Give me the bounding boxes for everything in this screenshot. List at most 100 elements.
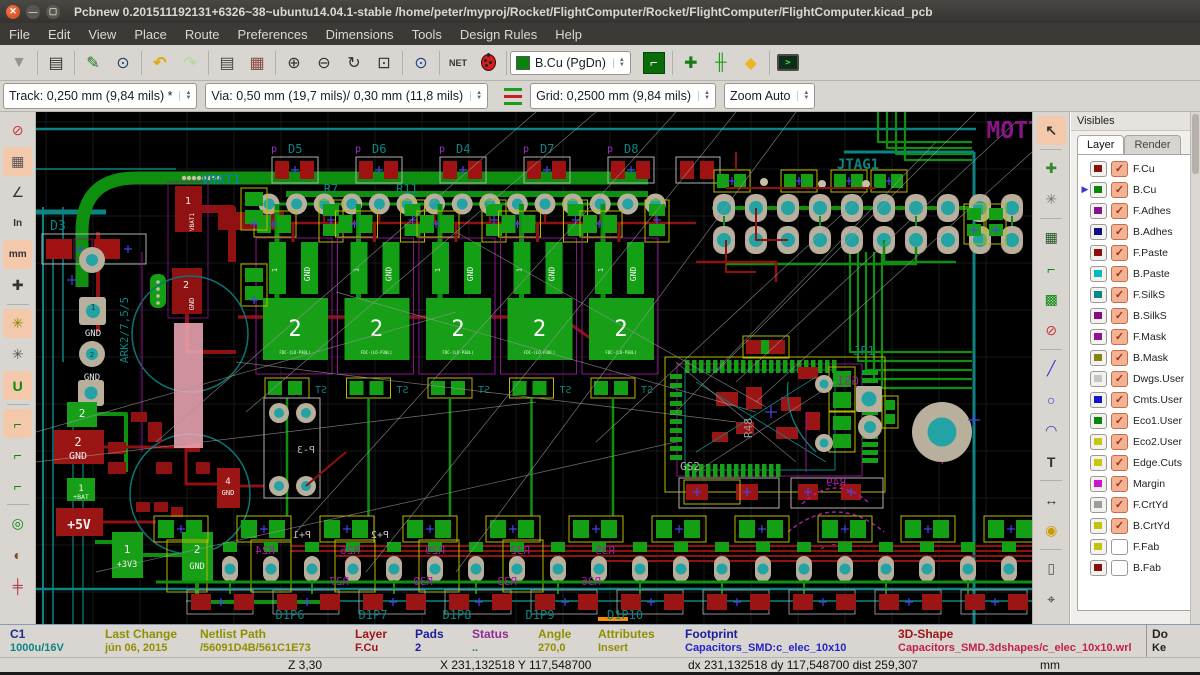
footprint-browser-button[interactable]: ⊙: [108, 48, 138, 78]
layer-row-b-crtyd[interactable]: ✓B.CrtYd: [1078, 515, 1193, 536]
select-tool-button[interactable]: ↖: [1037, 116, 1066, 145]
add-footprint-button[interactable]: ▦: [1037, 223, 1066, 252]
add-track-button[interactable]: ⌐: [1037, 254, 1066, 283]
layer-visibility-checkbox[interactable]: [1111, 539, 1128, 555]
units-mm-button[interactable]: mm: [3, 240, 32, 269]
layer-row-eco2-user[interactable]: ✓Eco2.User: [1078, 431, 1193, 452]
layer-color-swatch[interactable]: [1090, 518, 1107, 534]
layer-visibility-checkbox[interactable]: ✓: [1111, 182, 1128, 198]
track-display-button[interactable]: ⌐: [639, 48, 669, 78]
menu-view[interactable]: View: [79, 25, 125, 44]
layer-row-f-mask[interactable]: ✓F.Mask: [1078, 326, 1193, 347]
tab-layer[interactable]: Layer: [1077, 135, 1125, 154]
layer-row-f-silks[interactable]: ✓F.SilkS: [1078, 284, 1193, 305]
layer-color-swatch[interactable]: [1090, 560, 1107, 576]
grid-visibility-button[interactable]: ▦: [3, 147, 32, 176]
minimize-icon[interactable]: —: [26, 5, 40, 19]
layer-color-swatch[interactable]: [1090, 476, 1107, 492]
pads-sketch-mode-button[interactable]: ⌐: [3, 471, 32, 500]
layer-visibility-checkbox[interactable]: ✓: [1111, 518, 1128, 534]
layer-row-b-paste[interactable]: ✓B.Paste: [1078, 263, 1193, 284]
layer-visibility-checkbox[interactable]: [1111, 560, 1128, 576]
layer-row-dwgs-user[interactable]: ✓Dwgs.User: [1078, 368, 1193, 389]
layer-visibility-checkbox[interactable]: ✓: [1111, 224, 1128, 240]
page-settings-button[interactable]: ▤: [41, 48, 71, 78]
layer-visibility-checkbox[interactable]: ✓: [1111, 287, 1128, 303]
layer-color-swatch[interactable]: [1090, 161, 1107, 177]
tracks-outline-mode-button[interactable]: ⌐: [3, 440, 32, 469]
add-zone-button[interactable]: ▩: [1037, 285, 1066, 314]
module-ratsnest-button[interactable]: ✳: [3, 340, 32, 369]
drc-button[interactable]: [473, 48, 503, 78]
layer-color-swatch[interactable]: [1090, 287, 1107, 303]
grid-select[interactable]: Grid: 0,2500 mm (9,84 mils) ▲▼: [530, 83, 716, 109]
zoom-out-button[interactable]: ⊖: [309, 48, 339, 78]
menu-route[interactable]: Route: [176, 25, 229, 44]
vias-sketch-mode-button[interactable]: ◎: [3, 509, 32, 538]
layer-visibility-checkbox[interactable]: ✓: [1111, 308, 1128, 324]
layer-visibility-checkbox[interactable]: ✓: [1111, 476, 1128, 492]
menu-dimensions[interactable]: Dimensions: [317, 25, 403, 44]
layer-row-f-adhes[interactable]: ✓F.Adhes: [1078, 200, 1193, 221]
layer-visibility-checkbox[interactable]: ✓: [1111, 413, 1128, 429]
add-line-button[interactable]: ╱: [1037, 354, 1066, 383]
layer-visibility-checkbox[interactable]: ✓: [1111, 245, 1128, 261]
units-inch-button[interactable]: In: [3, 209, 32, 238]
layer-color-swatch[interactable]: [1090, 434, 1107, 450]
layer-color-swatch[interactable]: [1090, 224, 1107, 240]
spinner-icon[interactable]: ▲▼: [613, 58, 625, 68]
layer-color-swatch[interactable]: [1090, 392, 1107, 408]
layer-visibility-checkbox[interactable]: ✓: [1111, 371, 1128, 387]
polar-coords-button[interactable]: ∠: [3, 178, 32, 207]
menu-edit[interactable]: Edit: [39, 25, 79, 44]
panel-scrollbar[interactable]: [1190, 112, 1200, 624]
menu-place[interactable]: Place: [125, 25, 176, 44]
layer-row-b-cu[interactable]: ▶✓B.Cu: [1078, 179, 1193, 200]
layer-color-swatch[interactable]: [1090, 308, 1107, 324]
layer-color-swatch[interactable]: [1090, 245, 1107, 261]
tracks-sketch-mode-button[interactable]: ⌐: [3, 409, 32, 438]
layer-row-f-paste[interactable]: ✓F.Paste: [1078, 242, 1193, 263]
tab-render[interactable]: Render: [1124, 135, 1180, 154]
layer-color-swatch[interactable]: [1090, 329, 1107, 345]
close-icon[interactable]: ✕: [6, 5, 20, 19]
redo-button[interactable]: ↷: [175, 48, 205, 78]
menu-tools[interactable]: Tools: [403, 25, 451, 44]
layer-row-b-fab[interactable]: B.Fab: [1078, 557, 1193, 578]
zoom-in-button[interactable]: ⊕: [279, 48, 309, 78]
layer-visibility-checkbox[interactable]: ✓: [1111, 392, 1128, 408]
add-text-button[interactable]: T: [1037, 447, 1066, 476]
layer-row-cmts-user[interactable]: ✓Cmts.User: [1078, 389, 1193, 410]
local-ratsnest-button[interactable]: ✳: [1037, 185, 1066, 214]
layer-color-swatch[interactable]: [1090, 497, 1107, 513]
zoom-redraw-button[interactable]: ↻: [339, 48, 369, 78]
layer-row-edge-cuts[interactable]: ✓Edge.Cuts: [1078, 452, 1193, 473]
freeroute-button[interactable]: ◆: [736, 48, 766, 78]
layer-color-swatch[interactable]: [1090, 455, 1107, 471]
via-size-select[interactable]: Via: 0,50 mm (19,7 mils)/ 0,30 mm (11,8 …: [205, 83, 488, 109]
auto-track-width-icon[interactable]: [502, 85, 524, 107]
contrast-layers-mode-button[interactable]: ╪: [3, 571, 32, 600]
menu-help[interactable]: Help: [546, 25, 591, 44]
footprint-editor-button[interactable]: ✎: [78, 48, 108, 78]
layer-visibility-checkbox[interactable]: ✓: [1111, 350, 1128, 366]
route-mode-button[interactable]: ╫: [706, 48, 736, 78]
undo-button[interactable]: ↶: [145, 48, 175, 78]
zoom-select[interactable]: Zoom Auto ▲▼: [724, 83, 815, 109]
layer-row-b-mask[interactable]: ✓B.Mask: [1078, 347, 1193, 368]
layer-row-f-fab[interactable]: F.Fab: [1078, 536, 1193, 557]
high-contrast-mode-button[interactable]: ◐: [3, 540, 32, 569]
ratsnest-visibility-button[interactable]: ✳: [3, 309, 32, 338]
layer-visibility-checkbox[interactable]: ✓: [1111, 455, 1128, 471]
cursor-shape-button[interactable]: ✚: [3, 271, 32, 300]
menu-design-rules[interactable]: Design Rules: [451, 25, 546, 44]
layer-row-margin[interactable]: ✓Margin: [1078, 473, 1193, 494]
scripting-console-button[interactable]: >: [773, 48, 803, 78]
highlight-net-button[interactable]: ✚: [1037, 154, 1066, 183]
zoom-fit-button[interactable]: ⊡: [369, 48, 399, 78]
add-circle-button[interactable]: ○: [1037, 385, 1066, 414]
add-keepout-button[interactable]: ⊘: [1037, 316, 1066, 345]
spinner-icon[interactable]: ▲▼: [698, 91, 710, 101]
grid-origin-button[interactable]: ⌖: [1037, 585, 1066, 614]
auto-delete-tracks-button[interactable]: U: [3, 371, 32, 400]
